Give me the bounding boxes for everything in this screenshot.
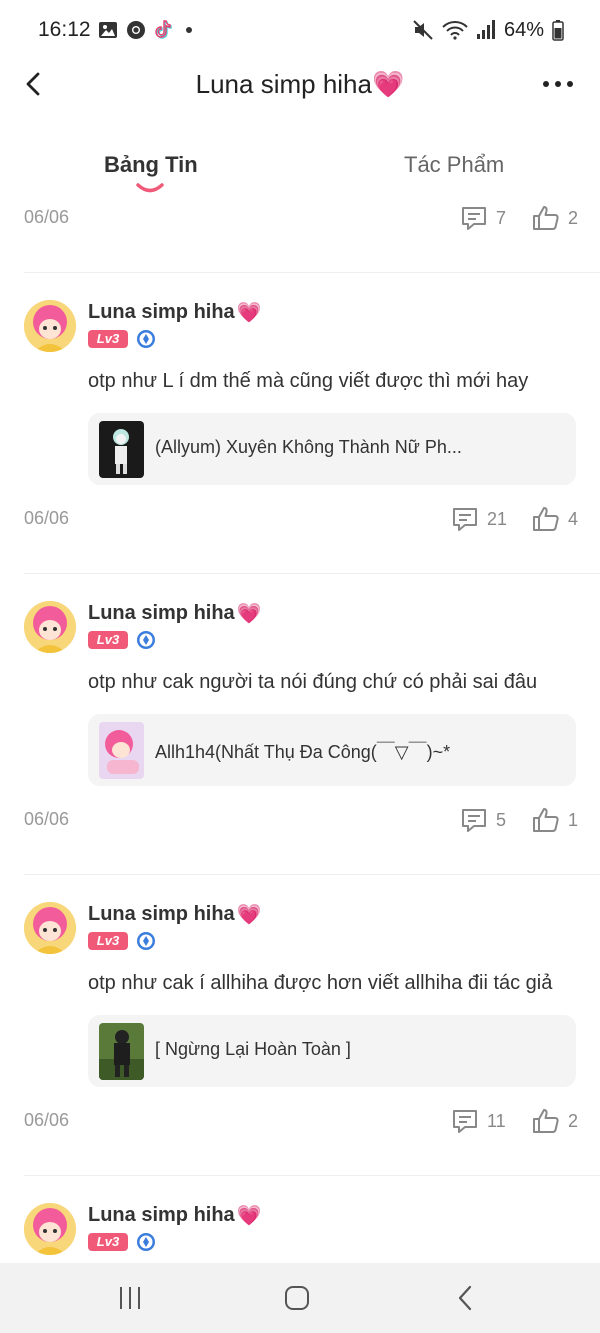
like-count: 4 xyxy=(568,508,579,529)
gallery-icon xyxy=(99,22,117,38)
post-date: 06/06 xyxy=(24,1110,70,1130)
tab-bar: Bảng Tin Tác Phẩm xyxy=(0,140,600,200)
post-meta-row: 06/06 5 1 xyxy=(0,802,600,838)
like-button[interactable]: 4 xyxy=(532,501,578,537)
comment-icon xyxy=(453,1110,477,1133)
more-options-button[interactable] xyxy=(540,72,576,96)
avatar[interactable] xyxy=(24,1203,76,1255)
post-date: 06/06 xyxy=(24,809,70,829)
divider xyxy=(24,874,600,875)
tab-active-indicator xyxy=(136,183,164,193)
comment-button[interactable]: 11 xyxy=(451,1103,506,1139)
heart-emoji: 💗 xyxy=(236,603,262,625)
top-app-bar: Luna simp hiha💗 xyxy=(0,60,600,110)
post-text: otp như L í dm thế mà cũng viết được thì… xyxy=(88,370,529,392)
chrome-icon xyxy=(127,21,145,39)
post-text: otp như cak í allhiha được hơn viết allh… xyxy=(88,972,553,994)
comment-count: 21 xyxy=(487,508,508,529)
post-date: 06/06 xyxy=(24,207,70,227)
level-badge: Lv3 xyxy=(88,1233,128,1251)
battery-percent: 64% xyxy=(503,18,544,41)
comment-count: 11 xyxy=(487,1110,506,1131)
system-nav-bar xyxy=(0,1263,600,1333)
heart-emoji: 💗 xyxy=(371,69,405,99)
post-text: otp như cak người ta nói đúng chứ có phả… xyxy=(88,671,538,693)
author-name[interactable]: Luna simp hiha 💗 xyxy=(88,601,262,626)
home-icon[interactable] xyxy=(280,1283,314,1313)
dot-icon xyxy=(186,27,192,33)
verified-shield-icon xyxy=(137,631,155,649)
work-title: [ Ngừng Lại Hoàn Toàn ] xyxy=(155,1039,351,1059)
comment-icon xyxy=(462,207,486,230)
linked-work-card[interactable]: (Allyum) Xuyên Không Thành Nữ Ph... xyxy=(88,413,576,485)
avatar[interactable] xyxy=(24,902,76,954)
avatar[interactable] xyxy=(24,300,76,352)
battery-icon xyxy=(552,20,564,41)
comment-count: 7 xyxy=(496,207,507,228)
thumbs-up-icon xyxy=(533,808,559,832)
comment-count: 5 xyxy=(496,809,507,830)
comment-icon xyxy=(453,508,477,531)
work-cover-image xyxy=(99,722,144,779)
user-badges: Lv3 xyxy=(88,931,156,951)
divider xyxy=(24,573,600,574)
work-title: Allh1h4(Nhất Thụ Đa Công(￣▽￣)~* xyxy=(155,742,451,762)
level-badge: Lv3 xyxy=(88,330,128,348)
like-button[interactable]: 2 xyxy=(532,200,578,236)
tab-tac-pham[interactable]: Tác Phẩm xyxy=(404,152,504,178)
like-button[interactable]: 1 xyxy=(532,802,578,838)
comment-button[interactable]: 21 xyxy=(451,501,507,537)
heart-emoji: 💗 xyxy=(236,904,262,926)
linked-work-card[interactable]: Allh1h4(Nhất Thụ Đa Công(￣▽￣)~* xyxy=(88,714,576,786)
recent-apps-icon[interactable] xyxy=(113,1283,147,1313)
level-badge: Lv3 xyxy=(88,932,128,950)
status-time: 16:12 xyxy=(38,18,91,41)
heart-emoji: 💗 xyxy=(236,1205,262,1227)
post-meta-row: 06/06 11 2 xyxy=(0,1103,600,1139)
verified-shield-icon xyxy=(137,330,155,348)
thumbs-up-icon xyxy=(533,206,559,230)
like-count: 2 xyxy=(568,207,579,228)
post-date: 06/06 xyxy=(24,508,70,528)
avatar[interactable] xyxy=(24,601,76,653)
status-bar: 16:12 64% xyxy=(0,0,600,60)
system-back-icon[interactable] xyxy=(449,1283,483,1313)
divider xyxy=(24,1175,600,1176)
user-badges: Lv3 xyxy=(88,630,156,650)
user-badges: Lv3 xyxy=(88,329,156,349)
user-badges: Lv3 xyxy=(88,1232,156,1252)
author-name[interactable]: Luna simp hiha 💗 xyxy=(88,902,262,927)
work-title: (Allyum) Xuyên Không Thành Nữ Ph... xyxy=(155,437,462,457)
divider xyxy=(24,272,600,273)
work-cover-image xyxy=(99,421,144,478)
verified-shield-icon xyxy=(137,1233,155,1251)
like-button[interactable]: 2 xyxy=(532,1103,578,1139)
level-badge: Lv3 xyxy=(88,631,128,649)
tiktok-icon xyxy=(155,20,172,39)
post-meta-row: 06/06 7 2 xyxy=(0,200,600,236)
author-name[interactable]: Luna simp hiha 💗 xyxy=(88,1203,262,1228)
heart-emoji: 💗 xyxy=(236,302,262,324)
author-name[interactable]: Luna simp hiha 💗 xyxy=(88,300,262,325)
thumbs-up-icon xyxy=(533,507,559,531)
mute-icon xyxy=(413,20,433,40)
wifi-icon xyxy=(442,21,468,40)
tab-bang-tin[interactable]: Bảng Tin xyxy=(104,152,198,178)
page-title: Luna simp hiha💗 xyxy=(195,69,405,99)
signal-icon xyxy=(476,20,495,39)
like-count: 1 xyxy=(568,809,579,830)
linked-work-card[interactable]: [ Ngừng Lại Hoàn Toàn ] xyxy=(88,1015,576,1087)
work-cover-image xyxy=(99,1023,144,1080)
comment-icon xyxy=(462,809,486,832)
thumbs-up-icon xyxy=(533,1109,559,1133)
like-count: 2 xyxy=(568,1110,579,1131)
verified-shield-icon xyxy=(137,932,155,950)
comment-button[interactable]: 5 xyxy=(460,802,506,838)
comment-button[interactable]: 7 xyxy=(460,200,506,236)
post-meta-row: 06/06 21 4 xyxy=(0,501,600,537)
